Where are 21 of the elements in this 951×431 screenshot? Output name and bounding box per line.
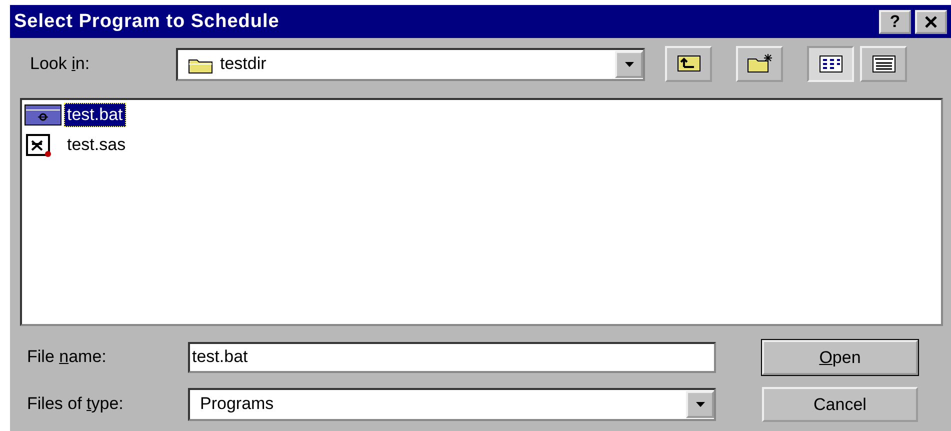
file-name-label: File name: [27, 347, 108, 367]
file-type-dropdown[interactable]: Programs [188, 388, 716, 420]
details-view-button[interactable] [860, 46, 907, 82]
look-in-dropdown[interactable]: testdir [176, 48, 645, 80]
help-button[interactable]: ? [879, 10, 911, 34]
file-item[interactable]: test.sas [64, 133, 129, 157]
look-in-label: Look in: [30, 54, 91, 74]
dropdown-arrow-button[interactable] [615, 50, 643, 78]
dropdown-arrow-button[interactable] [686, 390, 714, 418]
close-button[interactable] [915, 10, 947, 34]
batch-file-icon [24, 104, 62, 126]
close-icon [923, 14, 939, 28]
up-folder-button[interactable] [665, 46, 712, 82]
cancel-button[interactable]: Cancel [762, 387, 918, 422]
open-button[interactable]: Open [762, 340, 918, 375]
file-item[interactable]: test.bat [64, 103, 126, 127]
list-view-button[interactable] [807, 46, 854, 82]
new-folder-button[interactable] [736, 46, 783, 82]
file-type-label: Files of type: [27, 394, 124, 414]
window-title: Select Program to Schedule [14, 10, 280, 32]
file-name-field[interactable]: test.bat [188, 342, 716, 372]
